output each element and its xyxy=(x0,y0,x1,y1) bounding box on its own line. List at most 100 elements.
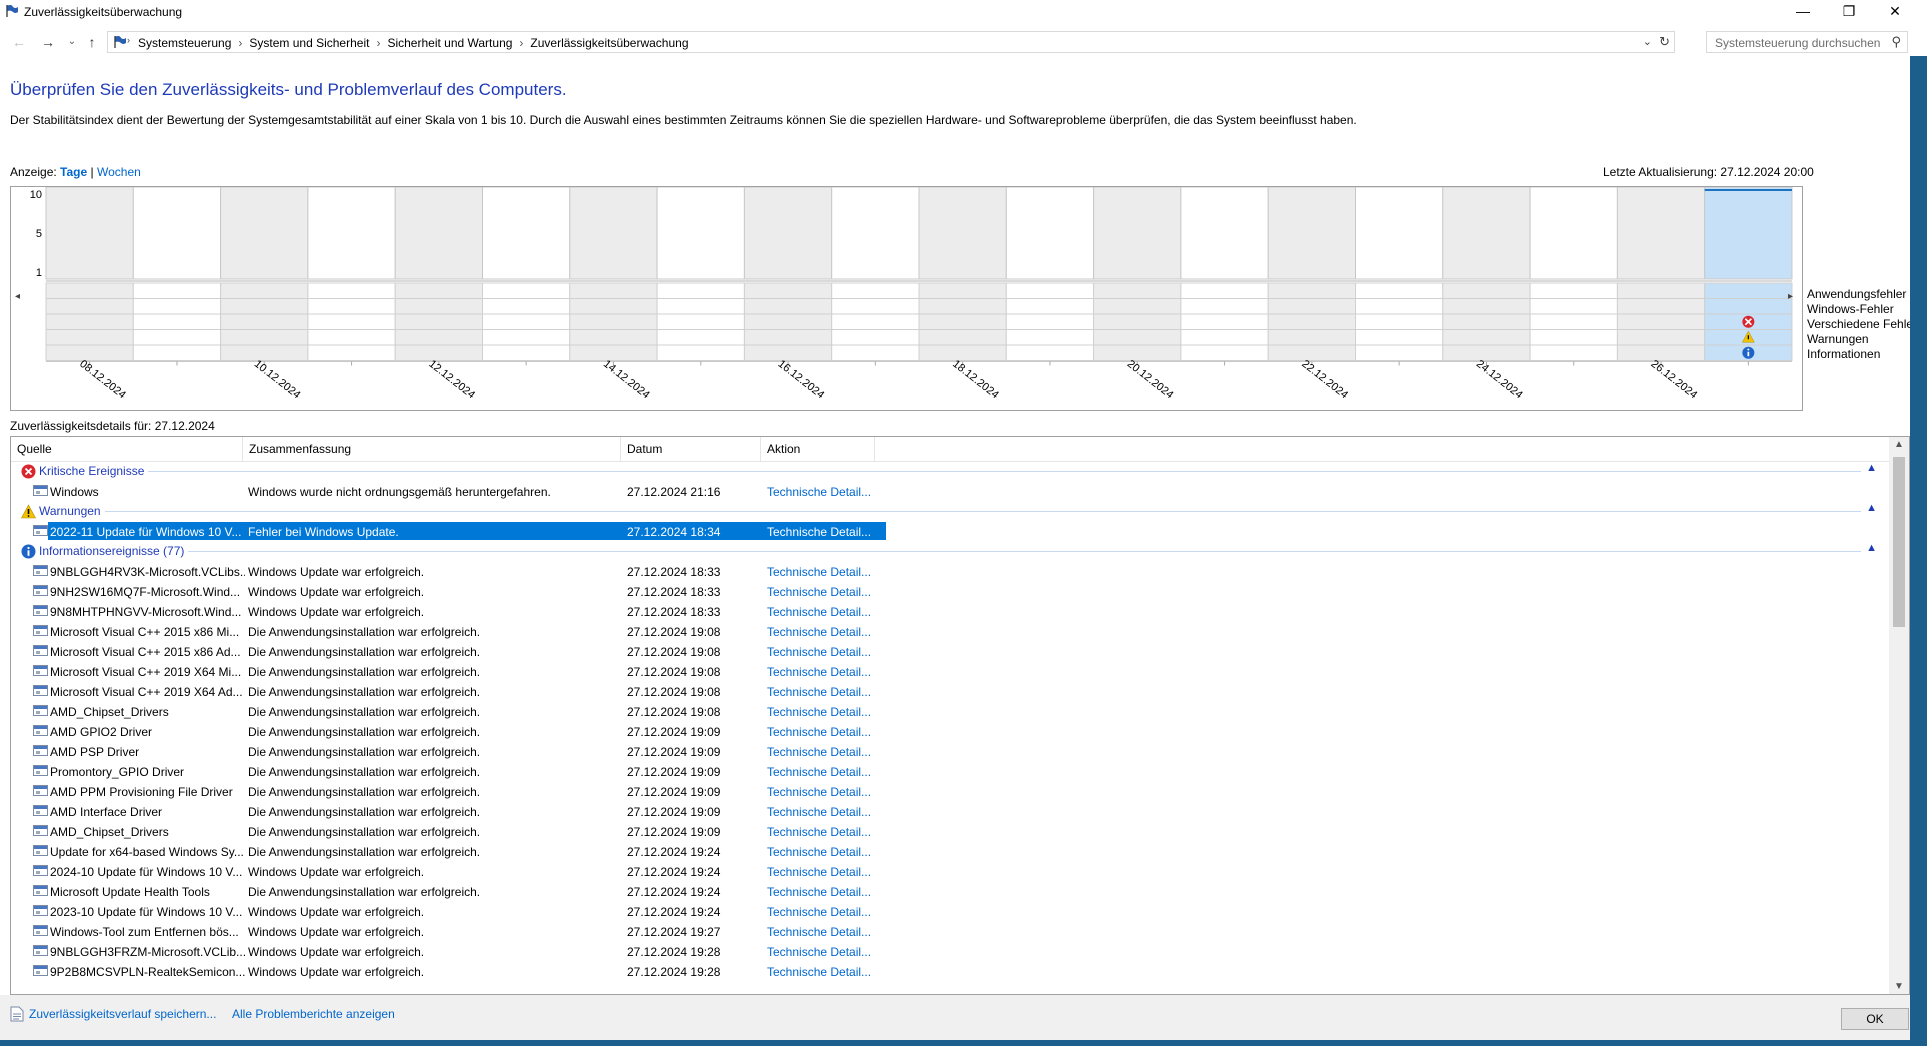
chart-day-column[interactable] xyxy=(1355,187,1444,280)
chart-day-column[interactable] xyxy=(132,187,222,280)
chart-event-cell[interactable] xyxy=(1529,298,1618,315)
chart-event-cell[interactable] xyxy=(1529,329,1618,346)
chart-event-cell[interactable] xyxy=(1180,298,1269,315)
scroll-up-icon[interactable]: ▲ xyxy=(1894,439,1904,450)
chart-event-cell[interactable] xyxy=(743,329,833,346)
table-row[interactable]: 9NBLGGH3FRZM-Microsoft.VCLib... Windows U… xyxy=(11,941,1889,961)
table-row[interactable]: Microsoft Visual C++ 2019 X64 Mi... Die A… xyxy=(11,661,1889,681)
chart-event-cell[interactable] xyxy=(1616,298,1706,315)
chart-event-cell[interactable] xyxy=(1355,329,1444,346)
chart-event-cell[interactable] xyxy=(1442,282,1531,299)
chart-event-cell[interactable] xyxy=(831,329,920,346)
group-header[interactable]: Informationsereignisse (77) ▲ xyxy=(11,541,1889,561)
scrollbar-thumb[interactable] xyxy=(1893,457,1905,627)
table-row[interactable]: Promontory_GPIO Driver Die Anwendungsinst… xyxy=(11,761,1889,781)
chart-event-cell[interactable] xyxy=(569,344,658,361)
chart-event-cell[interactable] xyxy=(132,282,222,299)
stability-chart-svg[interactable]: 10 5 1 08.12.2024 10.12.2024 12.12.2024 14.12.… xyxy=(11,187,1802,410)
table-row[interactable]: AMD_Chipset_Drivers Die Anwendungsinstall… xyxy=(11,821,1889,841)
breadcrumb-systemsteuerung[interactable]: Systemsteuerung xyxy=(138,36,231,50)
address-bar[interactable]: › Systemsteuerung › System und Sicherheit ›… xyxy=(107,31,1675,53)
chart-event-cell[interactable] xyxy=(1267,329,1356,346)
chart-event-cell[interactable] xyxy=(45,298,134,315)
chart-day-column[interactable] xyxy=(45,187,134,280)
chart-event-cell[interactable] xyxy=(743,298,833,315)
chart-event-cell[interactable] xyxy=(1616,344,1706,361)
column-header-source[interactable]: Quelle xyxy=(11,437,243,461)
group-header[interactable]: Kritische Ereignisse ▲ xyxy=(11,461,1889,481)
chart-event-cell[interactable] xyxy=(831,344,920,361)
technical-details-link[interactable]: Technische Detail... xyxy=(767,925,871,939)
chart-event-cell[interactable] xyxy=(394,313,484,330)
chart-day-column[interactable] xyxy=(1704,187,1793,280)
chart-day-column[interactable] xyxy=(307,187,396,280)
stability-chart[interactable]: 10 5 1 08.12.2024 10.12.2024 12.12.2024 14.12.… xyxy=(10,186,1803,411)
chart-day-column[interactable] xyxy=(1267,187,1356,280)
chart-day-column[interactable] xyxy=(1529,187,1618,280)
technical-details-link[interactable]: Technische Detail... xyxy=(767,845,871,859)
chart-event-cell[interactable] xyxy=(220,344,309,361)
chart-day-column[interactable] xyxy=(656,187,745,280)
chart-event-cell[interactable] xyxy=(394,329,484,346)
chart-scroll-right-icon[interactable]: ▸ xyxy=(1788,291,1793,302)
chart-event-cell[interactable] xyxy=(1355,298,1444,315)
chart-event-cell[interactable] xyxy=(1529,282,1618,299)
table-row[interactable]: Update for x64-based Windows Sy... Die An… xyxy=(11,841,1889,861)
chart-event-cell[interactable] xyxy=(1180,344,1269,361)
save-history-link[interactable]: Zuverlässigkeitsverlauf speichern... xyxy=(29,1007,216,1021)
chart-day-column[interactable] xyxy=(482,187,571,280)
table-row[interactable]: 9NH2SW16MQ7F-Microsoft.Wind... Windows Up… xyxy=(11,581,1889,601)
chart-event-cell[interactable] xyxy=(394,298,484,315)
chart-day-column[interactable] xyxy=(1093,187,1182,280)
chart-event-cell[interactable] xyxy=(1616,329,1706,346)
chart-event-cell[interactable] xyxy=(743,313,833,330)
collapse-chevron-icon[interactable]: ▲ xyxy=(1866,462,1877,474)
technical-details-link[interactable]: Technische Detail... xyxy=(767,745,871,759)
technical-details-link[interactable]: Technische Detail... xyxy=(767,765,871,779)
chart-event-cell[interactable] xyxy=(569,329,658,346)
chart-event-cell[interactable] xyxy=(482,282,571,299)
chart-event-cell[interactable] xyxy=(220,282,309,299)
column-header-summary[interactable]: Zusammenfassung xyxy=(243,437,621,461)
chart-event-cell[interactable] xyxy=(1093,329,1182,346)
technical-details-link[interactable]: Technische Detail... xyxy=(767,905,871,919)
chart-event-cell[interactable] xyxy=(1267,298,1356,315)
chart-event-cell[interactable] xyxy=(1267,313,1356,330)
chart-event-cell[interactable] xyxy=(1093,282,1182,299)
table-row[interactable]: AMD PSP Driver Die Anwendungsinstallation… xyxy=(11,741,1889,761)
table-row[interactable]: Microsoft Update Health Tools Die Anwendu… xyxy=(11,881,1889,901)
search-icon[interactable]: ⚲ xyxy=(1891,34,1901,50)
chart-event-cell[interactable] xyxy=(482,313,571,330)
technical-details-link[interactable]: Technische Detail... xyxy=(767,525,871,539)
chart-day-column[interactable] xyxy=(220,187,309,280)
chart-day-column[interactable] xyxy=(918,187,1007,280)
chart-event-cell[interactable] xyxy=(307,329,396,346)
chart-event-cell[interactable] xyxy=(132,329,222,346)
chart-event-cell[interactable] xyxy=(831,313,920,330)
chart-event-cell[interactable] xyxy=(656,282,745,299)
chart-event-cell[interactable] xyxy=(656,344,745,361)
chart-event-cell[interactable] xyxy=(1355,313,1444,330)
address-dropdown-icon[interactable]: ⌄ xyxy=(1643,35,1652,48)
chart-event-cell[interactable] xyxy=(569,298,658,315)
chart-event-cell[interactable] xyxy=(1442,298,1531,315)
scroll-down-icon[interactable]: ▼ xyxy=(1894,981,1904,992)
column-header-action[interactable]: Aktion xyxy=(761,437,875,461)
up-arrow-icon[interactable]: ↑ xyxy=(83,33,101,51)
chart-event-cell[interactable] xyxy=(1355,344,1444,361)
chart-event-cell[interactable] xyxy=(1704,298,1793,315)
chart-event-cell[interactable] xyxy=(220,313,309,330)
table-row[interactable]: Microsoft Visual C++ 2015 x86 Mi... Die A… xyxy=(11,621,1889,641)
ok-button[interactable]: OK xyxy=(1841,1008,1909,1030)
chart-event-cell[interactable] xyxy=(1005,344,1095,361)
chart-event-cell[interactable] xyxy=(482,298,571,315)
technical-details-link[interactable]: Technische Detail... xyxy=(767,725,871,739)
breadcrumb-separator-icon[interactable]: › xyxy=(376,36,380,50)
collapse-chevron-icon[interactable]: ▲ xyxy=(1866,542,1877,554)
breadcrumb-separator-icon[interactable]: › xyxy=(238,36,242,50)
chart-event-cell[interactable] xyxy=(918,329,1007,346)
chart-event-cell[interactable] xyxy=(1355,282,1444,299)
minimize-button[interactable]: — xyxy=(1780,0,1826,22)
technical-details-link[interactable]: Technische Detail... xyxy=(767,485,871,499)
chart-event-cell[interactable] xyxy=(1616,313,1706,330)
